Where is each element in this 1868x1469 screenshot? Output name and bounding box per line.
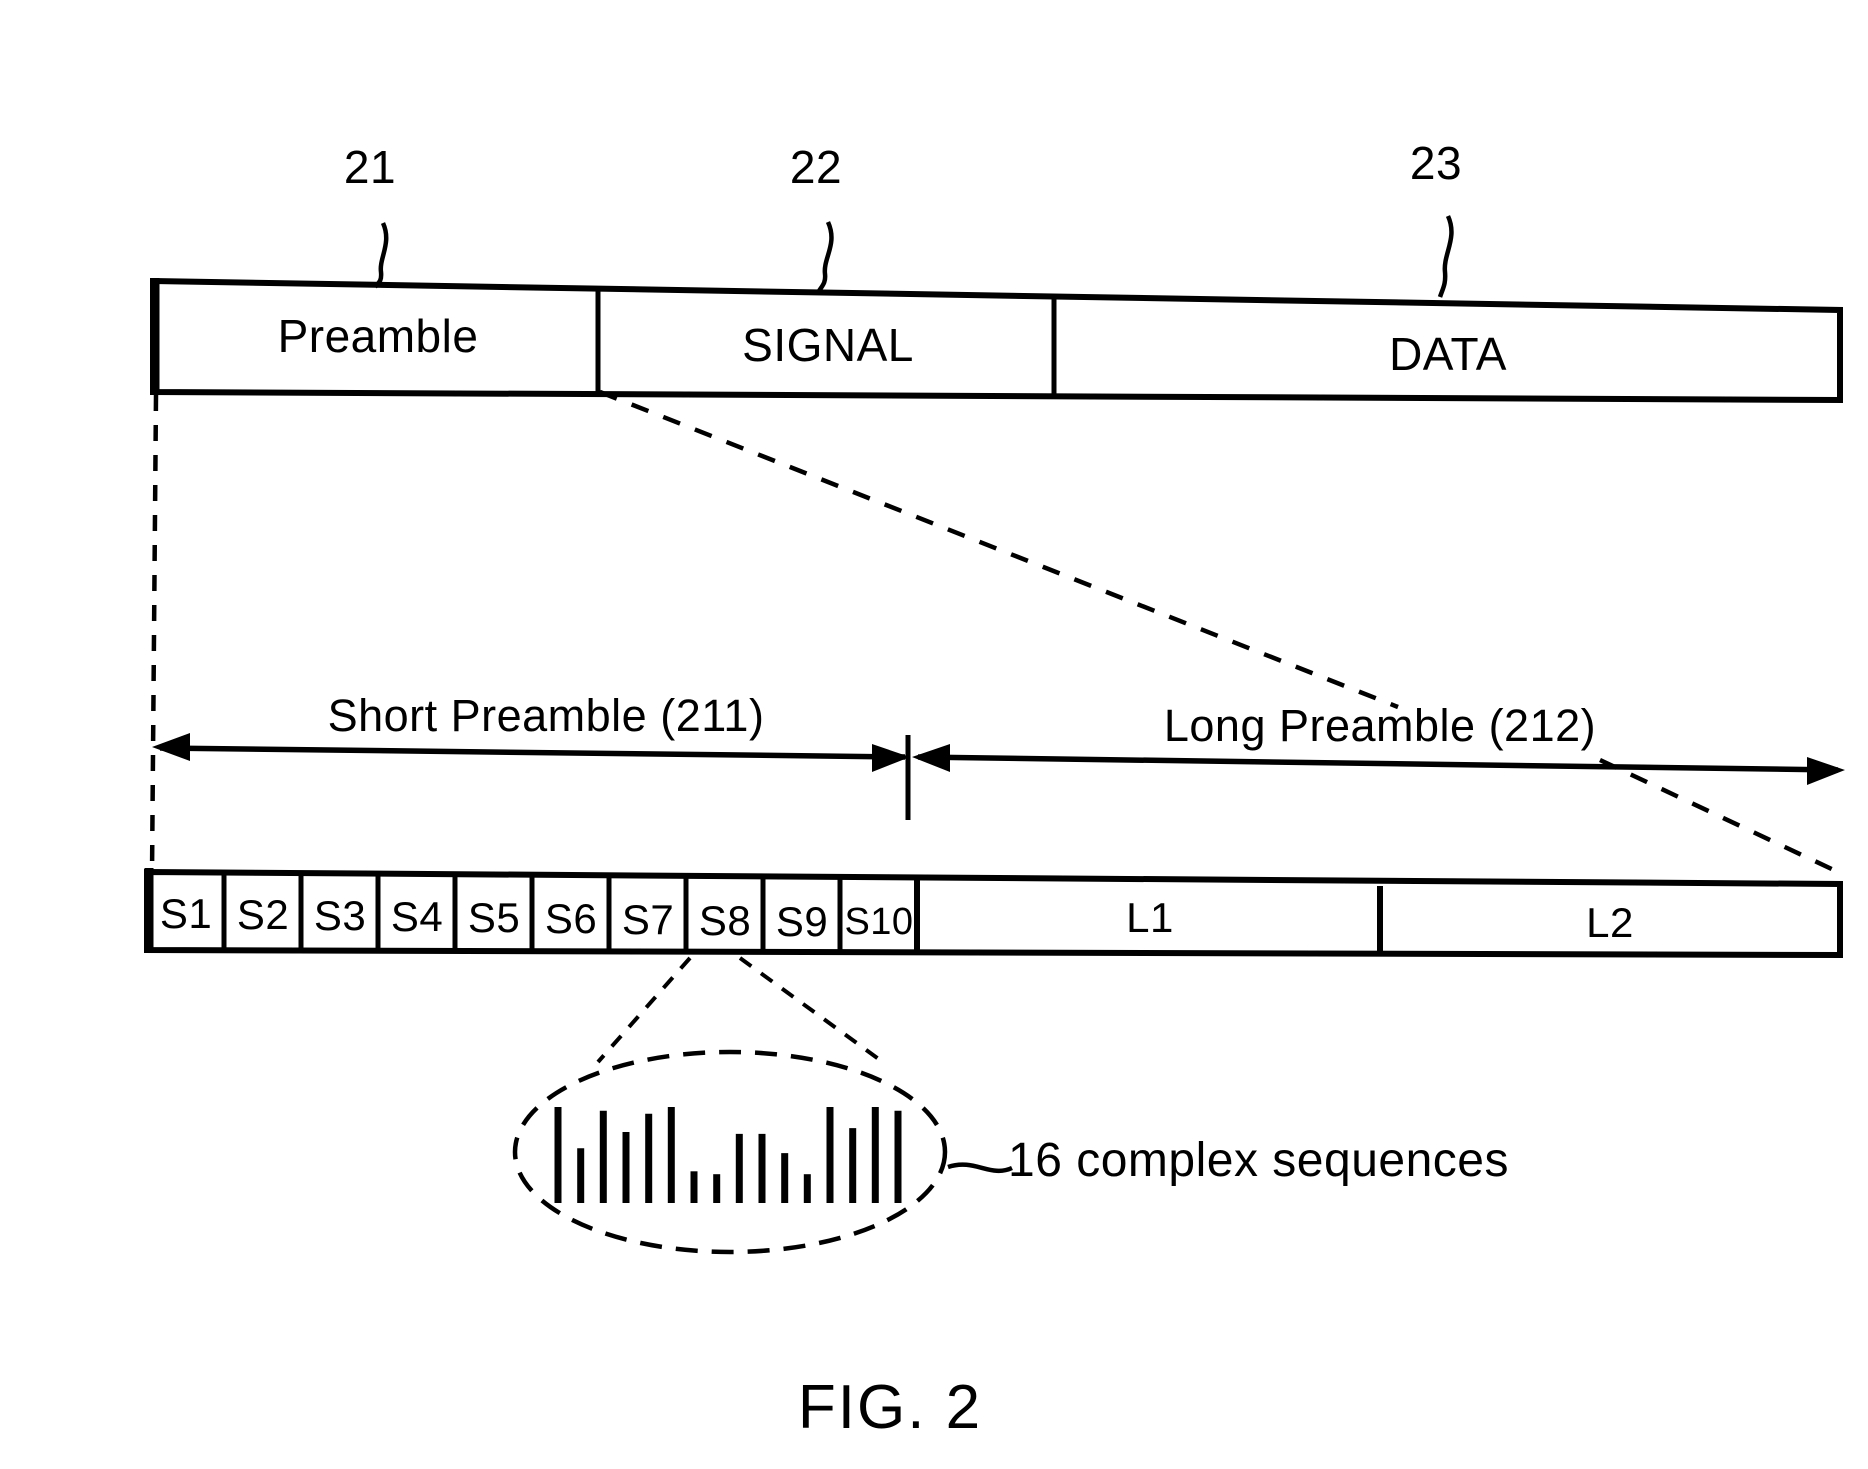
short-symbol-label-s1: S1	[159, 890, 213, 937]
callout-dashed-left	[596, 956, 692, 1064]
leader-line-22	[817, 221, 834, 293]
short-symbol-label-s8: S8	[698, 897, 752, 944]
long-preamble-arrow-head-left	[912, 744, 950, 772]
short-preamble-arrow-head-right	[872, 744, 910, 772]
reference-numeral-21: 21	[343, 141, 397, 193]
short-symbol-label-s6: S6	[544, 895, 598, 942]
expansion-dashed-lines	[149, 389, 1839, 876]
dashed-diagonal-expansion-lower	[1599, 757, 1839, 875]
patent-figure: 21 22 23 Preamble SIGNAL DATA Short Prea…	[0, 0, 1868, 1469]
short-symbol-label-s10: S10	[844, 901, 914, 943]
long-symbol-label-l1: L1	[1126, 894, 1174, 941]
short-symbol-label-s3: S3	[313, 892, 367, 939]
callout-16-complex-sequences-label: 16 complex sequences	[1008, 1134, 1509, 1187]
long-symbol-label-l2: L2	[1586, 899, 1634, 946]
short-symbol-label-s4: S4	[390, 893, 444, 940]
short-preamble-arrow-head-left	[152, 733, 190, 761]
short-symbol-label-s7: S7	[621, 896, 675, 943]
frame-field-data-label: DATA	[1389, 328, 1507, 380]
frame-field-preamble-label: Preamble	[277, 310, 479, 362]
callout-connectors	[596, 956, 882, 1064]
leader-line-21	[373, 222, 389, 289]
callout-squiggle-leader	[947, 1162, 1013, 1174]
leader-line-23	[1437, 215, 1454, 298]
reference-numeral-23: 23	[1409, 137, 1463, 189]
long-preamble-arrow-line	[917, 754, 1839, 773]
frame-field-signal-label: SIGNAL	[742, 319, 914, 371]
long-preamble-span-label: Long Preamble (212)	[1163, 700, 1597, 751]
short-symbol-label-s5: S5	[467, 894, 521, 941]
short-preamble-arrow-line	[159, 745, 906, 760]
reference-numeral-22: 22	[789, 141, 843, 193]
dashed-left-expansion	[149, 394, 159, 876]
figure-caption: FIG. 2	[797, 1373, 983, 1442]
long-preamble-arrow-head-right	[1807, 757, 1845, 785]
complex-sequence-bars	[554, 1107, 902, 1203]
dashed-diagonal-expansion-upper	[599, 389, 1399, 710]
callout-dashed-right	[738, 956, 882, 1062]
short-preamble-span-label: Short Preamble (211)	[327, 690, 765, 741]
short-symbol-label-s9: S9	[775, 898, 829, 945]
short-symbol-label-s2: S2	[236, 891, 290, 938]
